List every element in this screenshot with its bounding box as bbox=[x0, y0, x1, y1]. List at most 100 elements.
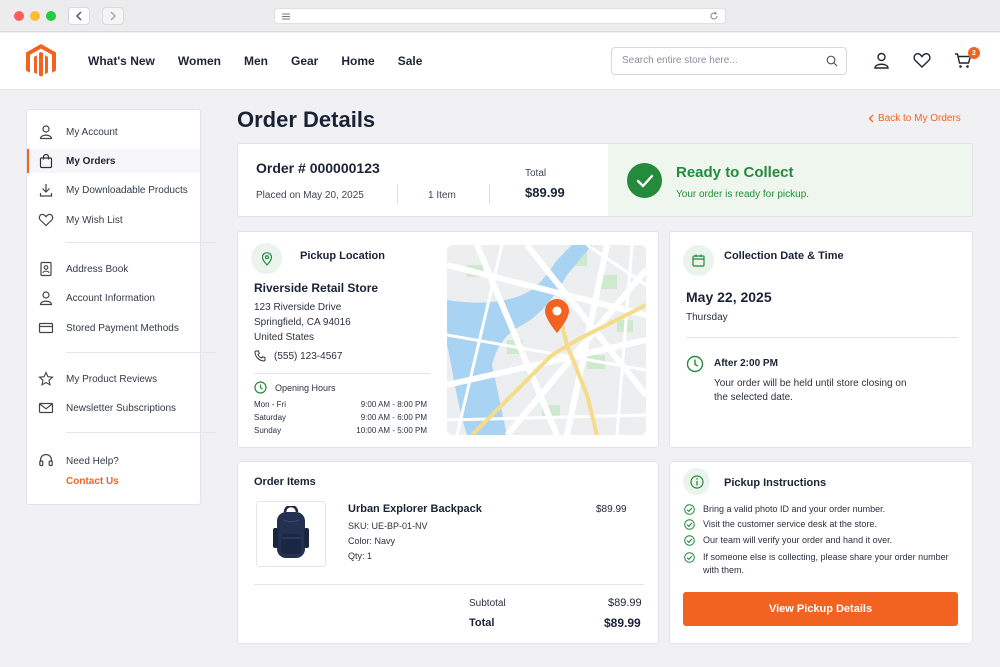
order-total-value: $89.99 bbox=[525, 185, 565, 200]
instruction-text: If someone else is collecting, please sh… bbox=[703, 552, 949, 575]
heart-icon bbox=[38, 213, 54, 227]
need-help-label: Need Help? bbox=[66, 456, 119, 467]
menu-icon bbox=[282, 13, 290, 20]
collection-day: Thursday bbox=[686, 312, 728, 323]
sidebar-item-account-information[interactable]: Account Information bbox=[27, 286, 200, 310]
sidebar-item-label: My Wish List bbox=[66, 214, 123, 226]
mail-icon bbox=[38, 402, 54, 414]
bag-icon bbox=[39, 153, 53, 169]
address-book-icon bbox=[40, 261, 52, 277]
check-circle-icon bbox=[684, 552, 695, 563]
collection-time: After 2:00 PM bbox=[714, 358, 778, 369]
product-color: Color: Navy bbox=[348, 536, 396, 546]
store-map[interactable] bbox=[447, 245, 646, 435]
back-to-orders-link[interactable]: Back to My Orders bbox=[868, 113, 961, 124]
collection-date-card: Collection Date & Time May 22, 2025 Thur… bbox=[669, 231, 973, 448]
search-icon[interactable] bbox=[826, 55, 838, 67]
clock-icon bbox=[686, 355, 704, 373]
reload-icon[interactable] bbox=[709, 11, 719, 21]
sidebar-item-wish-list[interactable]: My Wish List bbox=[27, 208, 200, 232]
sidebar-item-label: My Downloadable Products bbox=[66, 184, 188, 196]
hours-day: Mon - Fri bbox=[254, 400, 286, 409]
close-window-button[interactable] bbox=[14, 11, 24, 21]
sidebar-item-label: Newsletter Subscriptions bbox=[66, 402, 177, 414]
hours-time: 9:00 AM - 8:00 PM bbox=[360, 400, 427, 409]
nav-women[interactable]: Women bbox=[178, 54, 221, 68]
hours-day: Sunday bbox=[254, 426, 282, 435]
sidebar-item-my-account[interactable]: My Account bbox=[27, 120, 200, 144]
phone-number: (555) 123-4567 bbox=[274, 350, 343, 362]
minimize-window-button[interactable] bbox=[30, 11, 40, 21]
product-image[interactable] bbox=[256, 501, 326, 567]
search-input[interactable] bbox=[622, 55, 812, 66]
heart-icon[interactable] bbox=[913, 52, 931, 69]
main-navigation: What's New Women Men Gear Home Sale bbox=[88, 54, 445, 68]
store-name: Riverside Retail Store bbox=[254, 281, 379, 295]
nav-sale[interactable]: Sale bbox=[398, 54, 423, 68]
order-item-count: 1 Item bbox=[428, 190, 456, 201]
summary-divider bbox=[397, 184, 398, 204]
product-sku: SKU: UE-BP-01-NV bbox=[348, 521, 428, 531]
back-link-label: Back to My Orders bbox=[878, 113, 961, 124]
sidebar-item-address-book[interactable]: Address Book bbox=[27, 257, 200, 281]
product-name[interactable]: Urban Explorer Backpack bbox=[348, 503, 482, 515]
sidebar-item-label: Stored Payment Methods bbox=[66, 322, 179, 334]
collection-note: Your order will be held until store clos… bbox=[714, 378, 907, 403]
chevron-left-icon bbox=[868, 114, 874, 123]
account-icon[interactable] bbox=[873, 52, 890, 69]
product-qty: Qty: 1 bbox=[348, 551, 373, 561]
star-icon bbox=[38, 371, 54, 386]
browser-back-button[interactable] bbox=[68, 7, 90, 25]
order-status-subtitle: Your order is ready for pickup. bbox=[676, 189, 810, 200]
store-phone[interactable]: (555) 123-4567 bbox=[254, 350, 342, 362]
browser-chrome bbox=[0, 0, 1000, 32]
instruction-text: Our team will verify your order and hand… bbox=[703, 535, 893, 545]
sidebar-item-newsletter-subscriptions[interactable]: Newsletter Subscriptions bbox=[27, 396, 200, 420]
subtotal-label: Subtotal bbox=[469, 598, 506, 609]
pickup-location-title: Pickup Location bbox=[300, 250, 385, 262]
instruction-text: Visit the customer service desk at the s… bbox=[703, 519, 877, 529]
order-items-card: Order Items Urban Explorer Backpack SKU:… bbox=[237, 461, 659, 644]
sidebar-item-label: My Orders bbox=[66, 155, 116, 167]
order-number: Order # 000000123 bbox=[256, 160, 380, 176]
calendar-icon bbox=[683, 245, 714, 276]
sidebar-item-downloadable-products[interactable]: My Downloadable Products bbox=[27, 178, 200, 202]
order-status-panel: Ready to Collect Your order is ready for… bbox=[608, 144, 972, 216]
pickup-instructions-title: Pickup Instructions bbox=[724, 477, 827, 489]
view-pickup-details-button[interactable]: View Pickup Details bbox=[683, 592, 958, 626]
maximize-window-button[interactable] bbox=[46, 11, 56, 21]
user-icon bbox=[39, 291, 53, 306]
nav-men[interactable]: Men bbox=[244, 54, 268, 68]
check-circle-icon bbox=[684, 504, 695, 515]
store-header: What's New Women Men Gear Home Sale bbox=[0, 33, 1000, 90]
chevron-left-icon bbox=[75, 11, 82, 21]
nav-home[interactable]: Home bbox=[341, 54, 374, 68]
sidebar-item-stored-payment-methods[interactable]: Stored Payment Methods bbox=[27, 316, 200, 340]
info-icon bbox=[683, 468, 710, 495]
sidebar-divider bbox=[66, 242, 217, 243]
summary-divider bbox=[489, 184, 490, 204]
browser-forward-button[interactable] bbox=[102, 7, 124, 25]
collection-date: May 22, 2025 bbox=[686, 289, 772, 305]
credit-card-icon bbox=[38, 322, 54, 334]
sidebar-divider bbox=[66, 432, 217, 433]
pickup-location-card: Pickup Location Riverside Retail Store 1… bbox=[237, 231, 659, 448]
order-status-title: Ready to Collect bbox=[676, 164, 794, 181]
pickup-instructions-card: Pickup Instructions Bring a valid photo … bbox=[669, 461, 973, 644]
sidebar-item-label: Account Information bbox=[66, 292, 155, 304]
search-box bbox=[611, 47, 847, 75]
collection-divider bbox=[686, 337, 958, 338]
store-logo[interactable] bbox=[25, 43, 57, 79]
address-bar[interactable] bbox=[274, 8, 726, 24]
phone-icon bbox=[254, 350, 266, 362]
sidebar-item-label: My Product Reviews bbox=[66, 373, 158, 385]
instruction-text: Bring a valid photo ID and your order nu… bbox=[703, 504, 886, 514]
nav-whats-new[interactable]: What's New bbox=[88, 54, 155, 68]
contact-us-link[interactable]: Contact Us bbox=[66, 476, 119, 487]
address-line: Springfield, CA 94016 bbox=[254, 317, 351, 328]
sidebar-item-my-orders[interactable]: My Orders bbox=[27, 149, 200, 173]
sidebar-item-product-reviews[interactable]: My Product Reviews bbox=[27, 367, 200, 391]
nav-gear[interactable]: Gear bbox=[291, 54, 318, 68]
opening-hours-title: Opening Hours bbox=[275, 383, 336, 393]
address-line: United States bbox=[254, 332, 315, 343]
